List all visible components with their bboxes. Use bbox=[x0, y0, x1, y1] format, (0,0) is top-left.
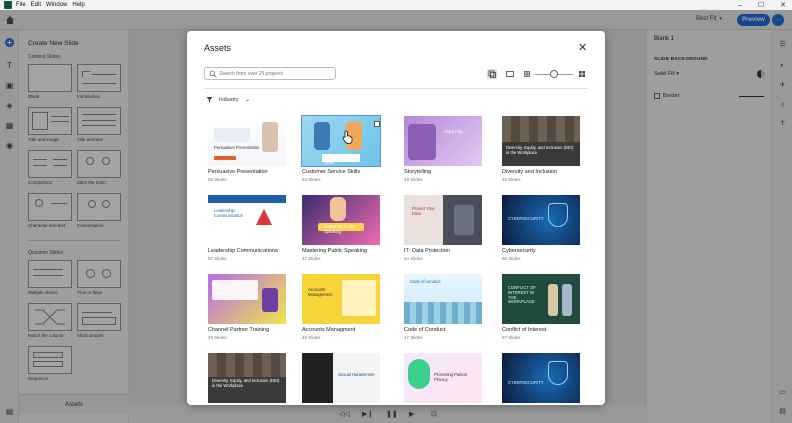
asset-title: Channel Partner Training bbox=[208, 327, 270, 333]
grid-view-icon[interactable] bbox=[522, 69, 532, 79]
slide-view-icon[interactable] bbox=[505, 69, 515, 79]
asset-slide-count: 45 Slides bbox=[502, 177, 521, 182]
thumbnail-caption: Story Play bbox=[444, 129, 464, 134]
asset-card[interactable]: Sexual Harassment bbox=[302, 353, 380, 403]
asset-slide-count: 44 Slides bbox=[404, 256, 423, 261]
app-logo bbox=[4, 1, 12, 9]
asset-card[interactable]: Channel Partner Training Channel Partner … bbox=[208, 274, 286, 340]
asset-thumbnail[interactable]: Channel Partner Training bbox=[208, 274, 286, 324]
thumbnail-caption: Sexual Harassment bbox=[338, 372, 375, 377]
asset-title: Diversity and Inclusion bbox=[502, 169, 558, 175]
asset-slide-count: 57 Slides bbox=[502, 335, 521, 340]
search-input[interactable]: Search from over 25 projects bbox=[204, 67, 336, 80]
asset-thumbnail[interactable]: CONFLICT OF INTEREST IN THE WORKPLACE bbox=[502, 274, 580, 324]
asset-title: IT- Data Protection bbox=[404, 248, 450, 254]
asset-card[interactable]: Customer Service Skills Customer Service … bbox=[301, 115, 381, 182]
filter-icon[interactable] bbox=[206, 96, 213, 103]
thumbnail-caption: Diversity, Equity, and Inclusion (DEI) i… bbox=[506, 145, 574, 155]
assets-dialog: Assets ✕ Search from over 25 projects In… bbox=[187, 31, 605, 405]
asset-slide-count: 64 Slides bbox=[302, 177, 321, 182]
asset-thumbnail[interactable]: Leadership Communication bbox=[208, 195, 286, 245]
search-placeholder: Search from over 25 projects bbox=[219, 71, 284, 77]
asset-card[interactable]: Leadership Communication Leadership Commu… bbox=[208, 195, 286, 261]
asset-slide-count: 60 Slides bbox=[502, 256, 521, 261]
asset-card[interactable]: Code of conduct Code of Conduct 47 Slides bbox=[404, 274, 482, 340]
asset-slide-count: 47 Slides bbox=[404, 335, 423, 340]
menu-edit[interactable]: Edit bbox=[31, 2, 41, 8]
asset-card[interactable]: Mastering Public Speaking Mastering Publi… bbox=[302, 195, 380, 261]
thumbnail-caption: Persuasive Presentation bbox=[214, 145, 260, 150]
thumbnail-caption: Mastering Public Speaking bbox=[324, 224, 355, 234]
asset-card[interactable]: Promoting Patient Privacy bbox=[404, 353, 482, 403]
industry-filter[interactable]: Industry bbox=[219, 97, 239, 103]
asset-slide-count: 49 Slides bbox=[302, 335, 321, 340]
asset-thumbnail[interactable]: Diversity, Equity, and Inclusion (DEI) i… bbox=[208, 353, 286, 403]
asset-thumbnail[interactable]: Story Play bbox=[404, 116, 482, 166]
thumbnail-caption: CYBERSECURITY bbox=[508, 380, 544, 385]
thumbnail-caption: Accounts Management bbox=[308, 287, 333, 297]
asset-slide-count: 49 Slides bbox=[404, 177, 423, 182]
thumbnail-caption: Promoting Patient Privacy bbox=[434, 372, 468, 382]
chevron-down-icon[interactable]: ⌄ bbox=[245, 96, 250, 103]
asset-slide-count: 57 Slides bbox=[208, 256, 227, 261]
hand-cursor-icon bbox=[342, 130, 353, 144]
asset-slide-count: 55 Slides bbox=[208, 177, 227, 182]
asset-slide-count: 47 Slides bbox=[302, 256, 321, 261]
asset-slide-count: 49 Slides bbox=[208, 335, 227, 340]
divider bbox=[204, 88, 588, 89]
asset-thumbnail[interactable]: Code of conduct bbox=[404, 274, 482, 324]
size-slider-handle[interactable] bbox=[550, 70, 558, 78]
asset-card[interactable]: Accounts Management Accounts Managment 49 … bbox=[302, 274, 380, 340]
thumbnail-caption: CYBERSECURITY bbox=[508, 216, 544, 221]
thumbnail-caption: Channel Partner Training bbox=[214, 285, 245, 295]
asset-title: Mastering Public Speaking bbox=[302, 248, 368, 254]
asset-card[interactable]: Protect Your Data IT- Data Protection 44 S… bbox=[404, 195, 482, 261]
close-icon[interactable]: ✕ bbox=[578, 41, 587, 54]
thumbnail-caption: Code of conduct bbox=[410, 279, 441, 284]
thumbnail-caption: Leadership Communication bbox=[214, 208, 244, 218]
thumbnail-caption: Protect Your Data bbox=[412, 206, 435, 216]
menu-help[interactable]: Help bbox=[72, 2, 84, 8]
window-controls: – ☐ ✕ bbox=[738, 0, 786, 10]
asset-title: Code of Conduct bbox=[404, 327, 446, 333]
asset-card[interactable]: Story Play Storytelling 49 Slides bbox=[404, 116, 482, 182]
asset-thumbnail[interactable]: Persuasive Presentation bbox=[208, 116, 286, 166]
copy-view-icon[interactable] bbox=[487, 69, 497, 79]
asset-thumbnail[interactable]: Mastering Public Speaking bbox=[302, 195, 380, 245]
asset-thumbnail[interactable]: Customer Service Skills bbox=[301, 115, 381, 167]
large-grid-icon[interactable] bbox=[577, 69, 587, 79]
asset-thumbnail[interactable]: Diversity, Equity, and Inclusion (DEI) i… bbox=[502, 116, 580, 166]
asset-thumbnail[interactable]: Accounts Management bbox=[302, 274, 380, 324]
asset-thumbnail[interactable]: Protect Your Data bbox=[404, 195, 482, 245]
close-window-icon[interactable]: ✕ bbox=[780, 1, 786, 9]
asset-thumbnail[interactable]: CYBERSECURITY bbox=[502, 195, 580, 245]
asset-title: Cybersecurity bbox=[502, 248, 536, 254]
thumbnail-caption: Diversity, Equity, and Inclusion (DEI) i… bbox=[212, 378, 280, 388]
asset-card[interactable]: CYBERSECURITY Cybersecurity 60 Slides bbox=[502, 195, 580, 261]
asset-title: Storytelling bbox=[404, 169, 432, 175]
asset-card[interactable]: CYBERSECURITY bbox=[502, 353, 580, 403]
asset-thumbnail[interactable]: CYBERSECURITY bbox=[502, 353, 580, 403]
thumbnail-caption: CONFLICT OF INTEREST IN THE WORKPLACE bbox=[508, 285, 536, 305]
asset-card[interactable]: CONFLICT OF INTEREST IN THE WORKPLACE Con… bbox=[502, 274, 580, 340]
asset-title: Customer Service Skills bbox=[302, 169, 361, 175]
menu-window[interactable]: Window bbox=[46, 2, 67, 8]
asset-thumbnail[interactable]: Sexual Harassment bbox=[302, 353, 380, 403]
menu-file[interactable]: File bbox=[16, 2, 26, 8]
asset-title: Leadership Communications bbox=[208, 248, 278, 254]
asset-title: Persuasive Presentation bbox=[208, 169, 268, 175]
asset-card[interactable]: Persuasive Presentation Persuasive Presen… bbox=[208, 116, 286, 182]
dialog-title: Assets bbox=[204, 43, 232, 53]
minimize-icon[interactable]: – bbox=[738, 2, 742, 9]
maximize-icon[interactable]: ☐ bbox=[758, 1, 764, 9]
menu-bar: File Edit Window Help – ☐ ✕ bbox=[0, 0, 792, 10]
asset-title: Accounts Managment bbox=[302, 327, 356, 333]
asset-title: Conflict of Interest bbox=[502, 327, 547, 333]
thumbnail-caption: Customer Service Skills bbox=[324, 155, 358, 165]
asset-card[interactable]: Diversity, Equity, and Inclusion (DEI) i… bbox=[502, 116, 580, 182]
asset-card[interactable]: Diversity, Equity, and Inclusion (DEI) i… bbox=[208, 353, 286, 403]
search-icon bbox=[209, 70, 217, 78]
asset-thumbnail[interactable]: Promoting Patient Privacy bbox=[404, 353, 482, 403]
select-checkbox[interactable] bbox=[374, 121, 380, 127]
